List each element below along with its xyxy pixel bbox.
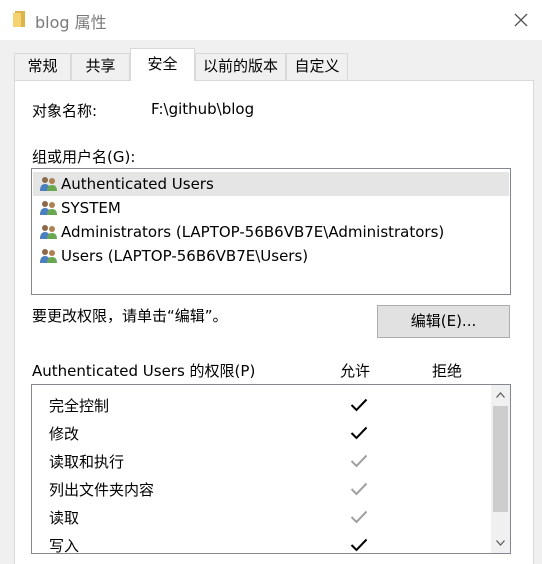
folder-icon <box>13 11 25 27</box>
permission-row: 完全控制 <box>32 390 490 418</box>
permission-name: 读取和执行 <box>49 453 125 471</box>
scroll-thumb[interactable] <box>493 406 508 512</box>
users-group-icon <box>40 201 57 215</box>
tab-sharing[interactable]: 共享 <box>71 53 130 80</box>
close-icon <box>514 13 528 27</box>
allow-header: 允许 <box>340 362 371 380</box>
scroll-down-button[interactable] <box>491 533 510 553</box>
permission-row: 读取和执行 <box>32 446 490 474</box>
allow-check-icon <box>350 482 368 496</box>
user-label: Users (LAPTOP-56B6VB7E\Users) <box>61 247 309 265</box>
list-item-users[interactable]: Users (LAPTOP-56B6VB7E\Users) <box>33 244 509 268</box>
user-label: SYSTEM <box>61 199 121 217</box>
permission-row: 写入 <box>32 530 490 554</box>
permission-name: 读取 <box>49 509 80 527</box>
allow-check-icon <box>350 510 368 524</box>
list-item-administrators[interactable]: Administrators (LAPTOP-56B6VB7E\Administ… <box>33 220 509 244</box>
allow-check-icon <box>350 426 368 440</box>
tab-security[interactable]: 安全 <box>130 48 195 81</box>
close-button[interactable] <box>508 8 534 32</box>
permissions-label: Authenticated Users 的权限(P) <box>32 362 256 380</box>
groups-label: 组或用户名(G): <box>32 148 136 166</box>
deny-header: 拒绝 <box>432 362 463 380</box>
chevron-up-icon <box>496 392 505 398</box>
object-name-value: F:\github\blog <box>151 100 255 118</box>
window-title: blog 属性 <box>35 13 107 32</box>
permission-name: 完全控制 <box>49 397 110 415</box>
tab-customize[interactable]: 自定义 <box>286 53 348 80</box>
permission-row: 修改 <box>32 418 490 446</box>
permissions-scrollbar[interactable] <box>491 385 510 553</box>
list-item-system[interactable]: SYSTEM <box>33 196 509 220</box>
user-label: Administrators (LAPTOP-56B6VB7E\Administ… <box>61 223 445 241</box>
allow-check-icon <box>350 454 368 468</box>
users-group-icon <box>40 225 57 239</box>
tab-general[interactable]: 常规 <box>14 53 71 80</box>
permissions-list: 完全控制修改读取和执行列出文件夹内容 读取写入 <box>31 384 511 554</box>
permission-row: 列出文件夹内容 <box>32 474 490 502</box>
tab-previous-versions[interactable]: 以前的版本 <box>195 53 286 80</box>
allow-check-icon <box>350 398 368 412</box>
permission-name: 列出文件夹内容 <box>49 481 155 499</box>
edit-button[interactable]: 编辑(E)... <box>377 305 510 338</box>
list-item-authenticated-users[interactable]: Authenticated Users <box>33 172 509 196</box>
object-name-label: 对象名称: <box>32 102 98 120</box>
scroll-up-button[interactable] <box>491 385 510 405</box>
user-label: Authenticated Users <box>61 175 214 193</box>
title-bar: blog 属性 <box>0 0 542 40</box>
allow-check-icon <box>350 538 368 552</box>
chevron-down-icon <box>496 540 505 546</box>
permission-name: 修改 <box>49 425 80 443</box>
users-group-icon <box>40 177 57 191</box>
permission-row: 读取 <box>32 502 490 530</box>
users-list[interactable]: Authenticated Users SYSTEM Administrator… <box>31 168 511 295</box>
change-hint-text: 要更改权限，请单击“编辑”。 <box>32 307 228 325</box>
permission-name: 写入 <box>49 537 80 554</box>
users-group-icon <box>40 249 57 263</box>
